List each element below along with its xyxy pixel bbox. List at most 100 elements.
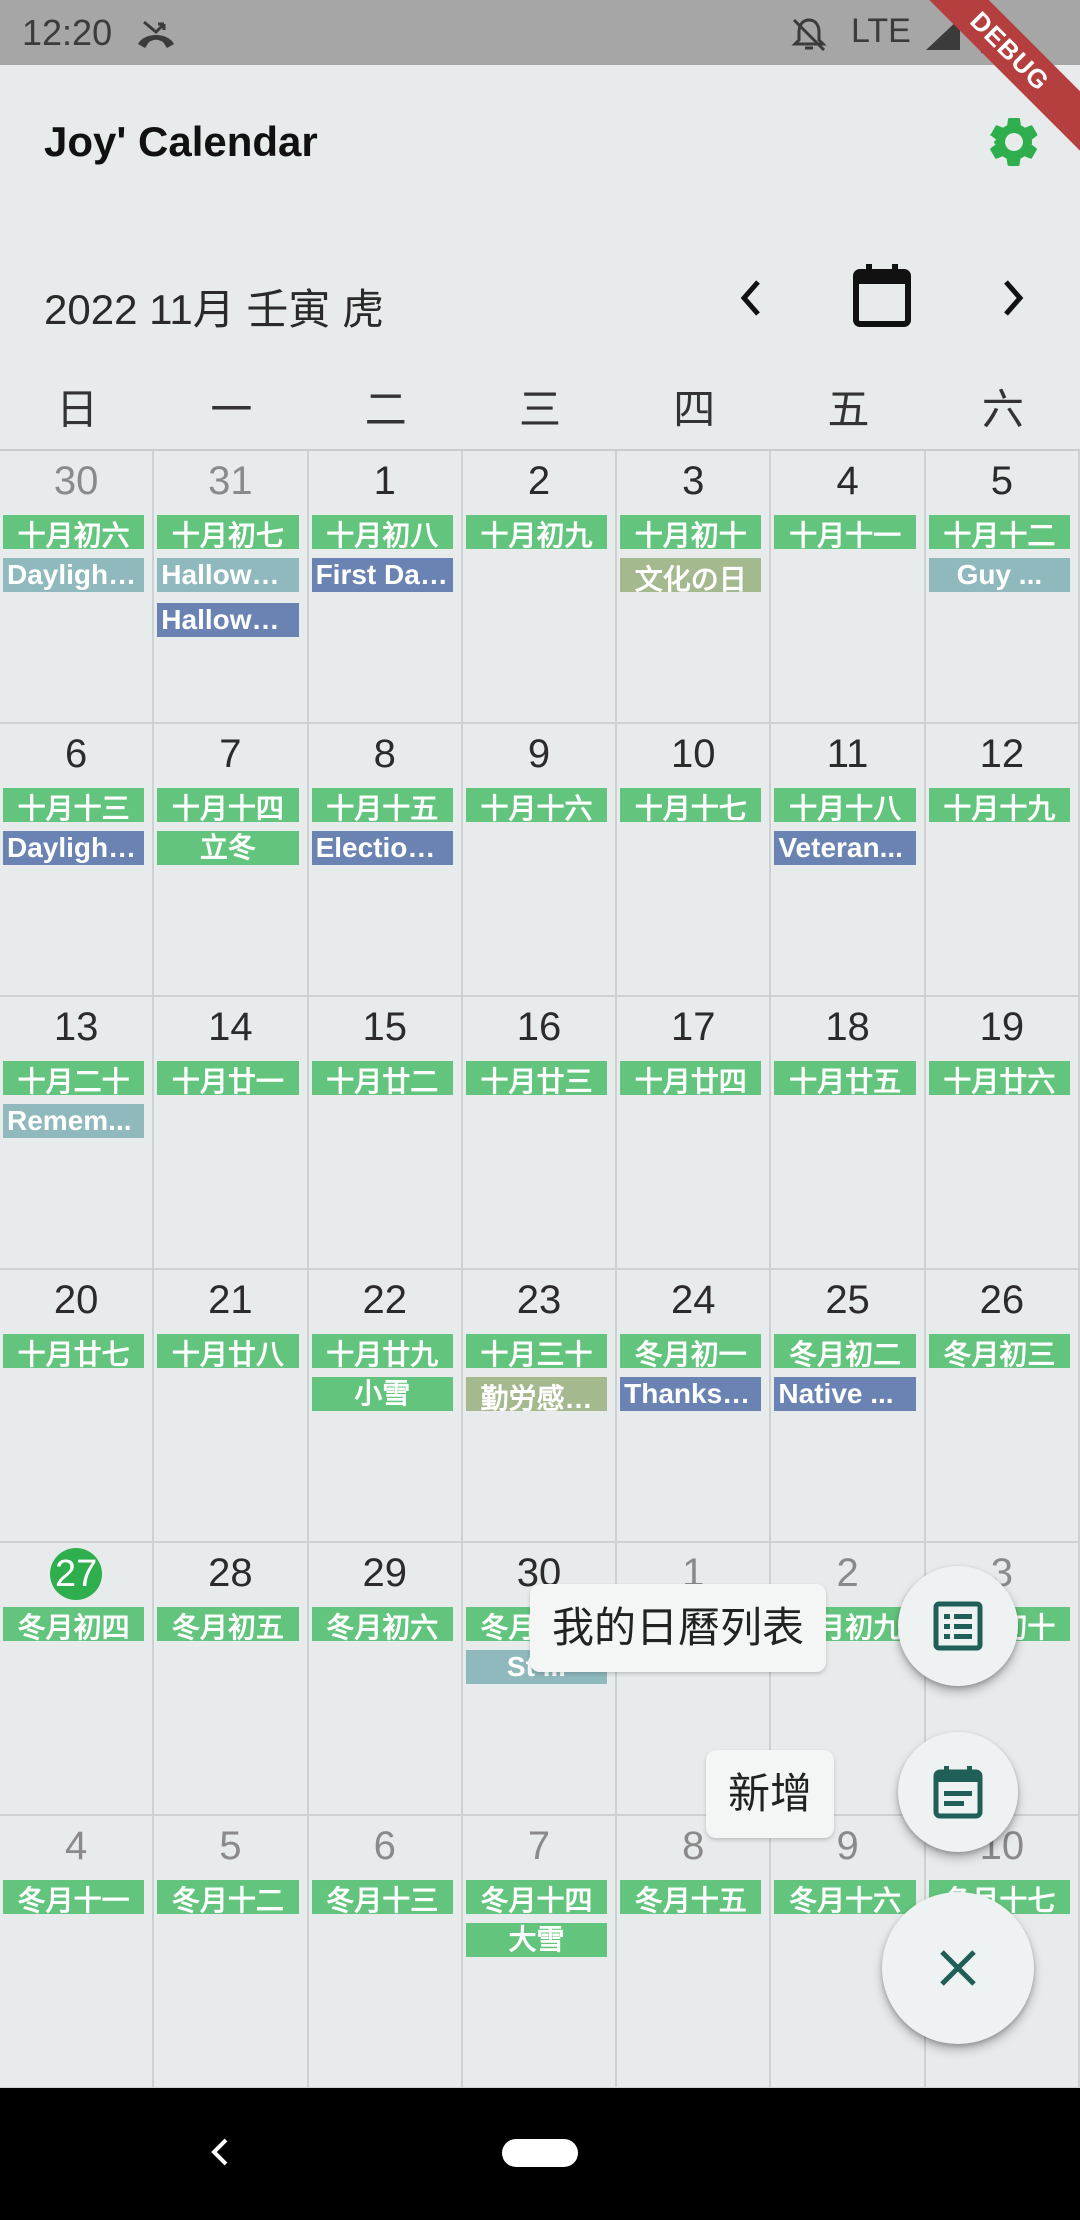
day-number: 30 [0, 459, 152, 504]
day-cell[interactable]: 18 十月廿五 [771, 997, 926, 1270]
day-number-text: 28 [208, 1551, 253, 1595]
day-cell[interactable]: 10 十月十七 [617, 724, 772, 997]
notifications-off-icon [791, 18, 827, 52]
event-chip[interactable]: Thanksg... [620, 1377, 762, 1411]
day-cell[interactable]: 5 十月十二 Guy ... [925, 451, 1080, 724]
day-number-text: 24 [671, 1278, 716, 1322]
day-number: 1 [309, 459, 461, 504]
day-cell[interactable]: 7 十月十四 立冬 [154, 724, 309, 997]
lunar-date: 十月十四 [157, 788, 299, 822]
day-number-text: 2 [836, 1551, 859, 1595]
add-event-button[interactable] [898, 1732, 1018, 1852]
day-cell[interactable]: 25 冬月初二 Native ... [771, 1270, 926, 1543]
event-chip[interactable]: Daylight ... [3, 831, 145, 865]
event-chip[interactable]: Halloween [157, 603, 299, 637]
day-cell[interactable]: 23 十月三十 勤労感… [462, 1270, 618, 1543]
weekday-header: 日 一 二 三 四 五 六 [0, 375, 1080, 445]
day-number-text: 9 [836, 1824, 859, 1868]
day-number-text: 18 [825, 1005, 870, 1049]
gear-icon[interactable] [984, 112, 1044, 172]
day-cell[interactable]: 20 十月廿七 [0, 1270, 155, 1543]
list-icon [933, 1601, 983, 1651]
day-cell[interactable]: 31 十月初七 Halloween Halloween [154, 451, 309, 724]
day-cell[interactable]: 8 十月十五 Election ... [308, 724, 463, 997]
status-time: 12:20 [22, 12, 113, 53]
event-chip[interactable]: 大雪 [465, 1923, 608, 1957]
day-number-text: 14 [208, 1005, 253, 1049]
day-number-text: 11 [826, 732, 869, 776]
weekday-mon: 一 [210, 386, 253, 433]
event-chip[interactable]: Remem... [3, 1104, 145, 1138]
chevron-right-icon[interactable] [992, 270, 1036, 326]
day-number: 16 [463, 1005, 615, 1050]
day-cell[interactable]: 28 冬月初五 [154, 1543, 309, 1816]
day-cell[interactable]: 21 十月廿八 [154, 1270, 309, 1543]
day-cell[interactable]: 8 冬月十五 [617, 1816, 772, 2089]
day-cell[interactable]: 4 冬月十一 [0, 1816, 155, 2089]
day-number: 21 [154, 1278, 306, 1323]
day-cell[interactable]: 1 十月初八 First Day... [308, 451, 463, 724]
day-number-text: 29 [362, 1551, 407, 1595]
day-number: 18 [771, 1005, 923, 1050]
event-chip[interactable]: 小雪 [311, 1377, 453, 1411]
calendar-icon[interactable] [848, 262, 916, 330]
event-chip[interactable]: Daylight ... [3, 558, 145, 592]
day-cell[interactable]: 15 十月廿二 [308, 997, 463, 1270]
day-number-text: 25 [825, 1278, 870, 1322]
day-number: 11 [771, 732, 923, 777]
day-cell[interactable]: 13 十月二十 Remem... [0, 997, 155, 1270]
day-cell[interactable]: 17 十月廿四 [617, 997, 772, 1270]
day-cell[interactable]: 7 冬月十四 大雪 [462, 1816, 618, 2089]
day-number-text: 6 [373, 1824, 396, 1868]
day-number: 10 [617, 732, 769, 777]
day-cell[interactable]: 6 冬月十三 [308, 1816, 463, 2089]
day-cell[interactable]: 27 冬月初四 [0, 1543, 155, 1816]
day-number-text: 13 [53, 1005, 99, 1049]
day-number-text: 8 [682, 1824, 705, 1868]
close-menu-button[interactable] [882, 1892, 1034, 2044]
event-chip[interactable]: Native ... [774, 1377, 916, 1411]
event-chip[interactable]: First Day... [311, 558, 453, 592]
event-chip[interactable]: Veteran... [774, 831, 916, 865]
day-cell[interactable]: 4 十月十一 [771, 451, 926, 724]
day-number-text: 2 [527, 459, 551, 503]
lunar-date: 十月十六 [465, 788, 608, 822]
back-icon[interactable] [200, 2122, 240, 2182]
day-cell[interactable]: 12 十月十九 [925, 724, 1080, 997]
event-chip[interactable]: 文化の日 [620, 558, 762, 592]
home-button[interactable] [502, 2139, 578, 2167]
event-chip[interactable]: Halloween [157, 558, 299, 592]
day-number-text: 7 [527, 1824, 551, 1868]
day-cell[interactable]: 24 冬月初一 Thanksg... [617, 1270, 772, 1543]
day-number: 28 [154, 1551, 306, 1596]
day-cell[interactable]: 19 十月廿六 [925, 997, 1080, 1270]
event-chip[interactable]: 勤労感… [465, 1377, 608, 1411]
day-cell[interactable]: 11 十月十八 Veteran... [771, 724, 926, 997]
day-cell[interactable]: 9 十月十六 [462, 724, 618, 997]
day-cell[interactable]: 14 十月廿一 [154, 997, 309, 1270]
day-number-text: 10 [671, 732, 716, 776]
day-cell[interactable]: 30 十月初六 Daylight ... [0, 451, 155, 724]
day-cell[interactable]: 3 十月初十 文化の日 [617, 451, 772, 724]
event-chip[interactable]: Guy ... [928, 558, 1070, 592]
day-cell[interactable]: 5 冬月十二 [154, 1816, 309, 2089]
calendar-event-icon [933, 1766, 983, 1819]
my-calendars-label[interactable]: 我的日曆列表 [530, 1584, 827, 1672]
day-cell[interactable]: 16 十月廿三 [462, 997, 618, 1270]
lunar-date: 冬月初二 [774, 1334, 916, 1368]
day-number: 6 [0, 732, 152, 777]
day-cell[interactable]: 2 十月初九 [462, 451, 618, 724]
lunar-date: 十月十三 [3, 788, 145, 822]
chevron-left-icon[interactable] [728, 270, 772, 326]
day-number: 26 [926, 1278, 1078, 1323]
add-event-label[interactable]: 新增 [706, 1750, 835, 1838]
day-cell[interactable]: 29 冬月初六 [308, 1543, 463, 1816]
event-chip[interactable]: Election ... [311, 831, 453, 865]
day-cell[interactable]: 6 十月十三 Daylight ... [0, 724, 155, 997]
day-cell[interactable]: 26 冬月初三 [925, 1270, 1080, 1543]
status-bar: 12:20 LTE DEBUG [0, 0, 1080, 165]
event-chip[interactable]: 立冬 [157, 831, 299, 865]
my-calendars-button[interactable] [898, 1566, 1018, 1686]
day-number: 31 [154, 459, 306, 504]
day-cell[interactable]: 22 十月廿九 小雪 [308, 1270, 463, 1543]
